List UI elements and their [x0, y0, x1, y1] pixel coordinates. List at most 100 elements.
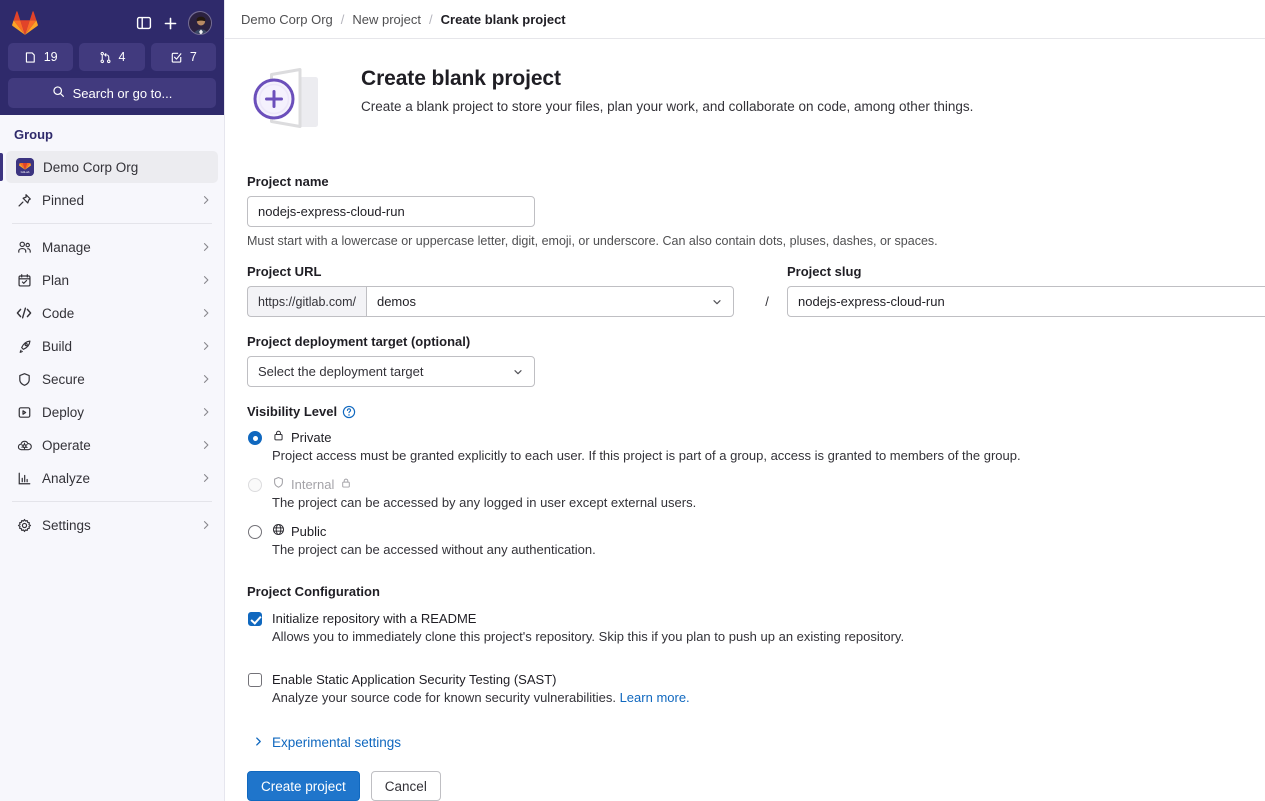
lock-icon	[272, 429, 285, 447]
deployment-target-select[interactable]: Select the deployment target	[247, 356, 535, 387]
chevron-down-icon	[711, 296, 723, 308]
sidebar-item-manage[interactable]: Manage	[6, 231, 218, 263]
chevron-right-icon	[200, 472, 212, 484]
sidebar-item-plan[interactable]: Plan	[6, 264, 218, 296]
url-slug-separator: /	[765, 294, 769, 309]
issues-badge[interactable]: 19	[8, 43, 74, 71]
create-project-button[interactable]: Create project	[247, 771, 360, 801]
experimental-settings-label: Experimental settings	[272, 735, 402, 750]
shield-icon	[272, 476, 285, 494]
merge-requests-count: 4	[118, 50, 126, 64]
sidebar-item-deploy[interactable]: Deploy	[6, 396, 218, 428]
visibility-option-internal: Internal The project can be accessed by …	[247, 476, 1243, 521]
todos-badge[interactable]: 7	[150, 43, 216, 71]
project-url-input-group: https://gitlab.com/ demos	[247, 286, 734, 317]
visibility-internal-label-row: Internal	[272, 476, 1243, 494]
code-icon	[16, 305, 32, 321]
visibility-level-label: Visibility Level	[247, 404, 338, 419]
breadcrumb-item-new-project[interactable]: New project	[352, 12, 421, 27]
sast-description-row: Analyze your source code for known secur…	[272, 690, 1243, 705]
cloud-gear-icon	[16, 437, 32, 453]
sidebar-item-analyze[interactable]: Analyze	[6, 462, 218, 494]
sast-checkbox[interactable]	[248, 673, 262, 687]
gitlab-tanuki-logo[interactable]	[12, 10, 38, 36]
deployment-target-group: Project deployment target (optional) Sel…	[247, 334, 1243, 387]
sidebar-divider	[12, 223, 212, 224]
config-option-sast[interactable]: Enable Static Application Security Testi…	[247, 671, 1243, 715]
app-root: 19 4 7 Search or go to... Group GitLab D…	[0, 0, 1265, 801]
experimental-settings-toggle[interactable]: Experimental settings	[253, 735, 1243, 750]
merge-requests-badge[interactable]: 4	[79, 43, 145, 71]
sidebar-item-label: Code	[42, 305, 75, 321]
readme-checkbox[interactable]	[248, 612, 262, 626]
deployment-target-label: Project deployment target (optional)	[247, 334, 471, 349]
config-option-readme[interactable]: Initialize repository with a README Allo…	[247, 610, 1243, 655]
globe-icon	[272, 523, 285, 541]
deploy-icon	[16, 404, 32, 420]
sidebar-divider	[12, 501, 212, 502]
visibility-private-label-row: Private	[272, 429, 1243, 447]
readme-description: Allows you to immediately clone this pro…	[272, 629, 905, 644]
group-avatar: GitLab	[16, 158, 34, 176]
sidebar-item-secure[interactable]: Secure	[6, 363, 218, 395]
issues-count: 19	[43, 50, 58, 64]
visibility-option-private[interactable]: Private Project access must be granted e…	[247, 429, 1243, 474]
visibility-level-title: Visibility Level	[247, 404, 1243, 419]
sidebar: 19 4 7 Search or go to... Group GitLab D…	[0, 0, 225, 801]
sidebar-item-pinned[interactable]: Pinned	[6, 184, 218, 216]
project-name-group: Project name Must start with a lowercase…	[247, 174, 1243, 248]
sidebar-item-settings[interactable]: Settings	[6, 509, 218, 541]
config-option-body: Initialize repository with a README Allo…	[272, 610, 1243, 655]
visibility-radio-public[interactable]	[248, 525, 262, 539]
page-header-text: Create blank project Create a blank proj…	[361, 57, 973, 114]
page-title: Create blank project	[361, 67, 561, 90]
visibility-level-group: Visibility Level Private Project access …	[247, 404, 1243, 567]
sidebar-item-label: Secure	[42, 371, 85, 387]
main-content: Demo Corp Org / New project / Create bla…	[225, 0, 1265, 801]
chevron-right-icon	[200, 373, 212, 385]
breadcrumb: Demo Corp Org / New project / Create bla…	[225, 0, 1265, 39]
visibility-public-label-row: Public	[272, 523, 1243, 541]
project-configuration-group: Project Configuration Initialize reposit…	[247, 584, 1243, 715]
search-input[interactable]: Search or go to...	[8, 78, 216, 108]
project-slug-input[interactable]	[787, 286, 1265, 317]
chevron-right-icon	[253, 735, 264, 750]
todos-count: 7	[189, 50, 197, 64]
visibility-option-body: Internal The project can be accessed by …	[272, 476, 1243, 521]
issues-icon	[24, 51, 37, 64]
visibility-internal-label: Internal	[291, 477, 335, 492]
sast-learn-more-link[interactable]: Learn more.	[620, 690, 690, 705]
project-name-label: Project name	[247, 174, 329, 189]
visibility-private-label: Private	[291, 430, 332, 445]
sidebar-item-label: Manage	[42, 239, 91, 255]
visibility-option-public[interactable]: Public The project can be accessed witho…	[247, 523, 1243, 567]
sidebar-item-label: Analyze	[42, 470, 91, 486]
project-name-input[interactable]	[247, 196, 535, 227]
sidebar-nav: Group GitLab Demo Corp Org Pinned Manage…	[0, 115, 224, 801]
cancel-button[interactable]: Cancel	[370, 771, 441, 801]
project-slug-label: Project slug	[787, 264, 862, 279]
plus-icon[interactable]	[157, 10, 183, 36]
project-namespace-select[interactable]: demos	[365, 286, 734, 317]
sidebar-toggle-icon[interactable]	[131, 10, 157, 36]
project-url-group: Project URL https://gitlab.com/ demos	[247, 264, 747, 317]
visibility-radio-private[interactable]	[248, 431, 262, 445]
sidebar-item-label: Demo Corp Org	[43, 159, 139, 175]
gear-icon	[16, 517, 32, 533]
chevron-right-icon	[200, 406, 212, 418]
search-icon	[52, 85, 65, 101]
sidebar-item-code[interactable]: Code	[6, 297, 218, 329]
project-name-help: Must start with a lowercase or uppercase…	[247, 234, 938, 248]
project-namespace-value: demos	[376, 294, 416, 309]
pin-icon	[16, 192, 32, 208]
chevron-right-icon	[200, 340, 212, 352]
user-avatar[interactable]	[188, 11, 212, 35]
sidebar-item-label: Build	[42, 338, 73, 354]
sidebar-item-build[interactable]: Build	[6, 330, 218, 362]
page-content: Create blank project Create a blank proj…	[225, 39, 1265, 801]
breadcrumb-item-org[interactable]: Demo Corp Org	[241, 12, 333, 27]
sidebar-item-demo-corp-org[interactable]: GitLab Demo Corp Org	[0, 151, 218, 183]
question-circle-icon[interactable]	[342, 405, 356, 419]
lock-icon	[340, 476, 352, 494]
sidebar-item-operate[interactable]: Operate	[6, 429, 218, 461]
